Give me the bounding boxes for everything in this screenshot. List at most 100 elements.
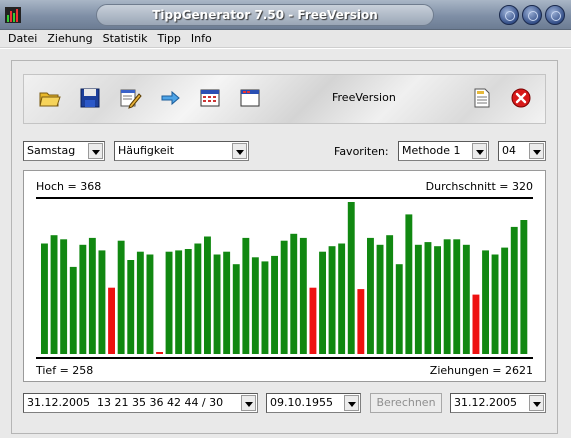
chart-bar [280, 240, 288, 354]
open-folder-icon[interactable] [38, 86, 62, 110]
chevron-down-icon[interactable] [88, 143, 103, 159]
day-select[interactable]: Samstag [23, 141, 105, 161]
chart-draws-label: Ziehungen = 2621 [429, 364, 533, 377]
chart-bar [223, 251, 231, 354]
chart-bar [501, 247, 509, 354]
chart-bar [462, 244, 470, 354]
method-select[interactable]: Methode 1 [398, 141, 489, 161]
chart-bar [50, 235, 58, 354]
chart-bar [414, 244, 422, 354]
start-date-select[interactable]: 09.10.1955 [266, 393, 361, 413]
chart-bar [491, 254, 499, 354]
end-date-select[interactable]: 31.12.2005 [450, 393, 546, 413]
chart-bar [184, 249, 192, 354]
menu-bar: Datei Ziehung Statistik Tipp Info [0, 30, 571, 48]
chart-bar [213, 254, 221, 354]
day-select-value: Samstag [27, 144, 76, 157]
app-icon [4, 6, 22, 24]
edit-icon[interactable] [118, 86, 142, 110]
draw-select-value: 31.12.2005 13 21 35 36 42 44 / 30 [27, 396, 224, 409]
draw-select[interactable]: 31.12.2005 13 21 35 36 42 44 / 30 [23, 393, 258, 413]
menu-tipp[interactable]: Tipp [153, 32, 186, 45]
chart-bars [41, 202, 528, 354]
chevron-down-icon[interactable] [232, 143, 247, 159]
chart-bar [251, 257, 259, 354]
chart-bar [347, 202, 355, 354]
chart-bar [299, 237, 307, 354]
chart-bar [424, 242, 432, 354]
chevron-down-icon[interactable] [472, 143, 487, 159]
mode-select[interactable]: Häufigkeit [114, 141, 249, 161]
save-disk-icon[interactable] [78, 86, 102, 110]
arrow-right-icon[interactable] [158, 86, 182, 110]
compute-button[interactable]: Berechnen [370, 393, 442, 413]
menu-statistik[interactable]: Statistik [98, 32, 153, 45]
chart-bar [482, 250, 489, 354]
chart-bar [60, 239, 68, 354]
chart-bar [328, 246, 336, 354]
close-red-icon[interactable] [509, 86, 533, 110]
menu-datei[interactable]: Datei [3, 32, 42, 45]
chart-bar [261, 261, 269, 354]
chart-bar [117, 240, 125, 354]
chart-bar [194, 243, 202, 354]
chart-bar [386, 235, 394, 354]
chart-bar [405, 214, 413, 354]
chart-bar [453, 239, 461, 354]
calendar-grid-icon[interactable] [198, 86, 222, 110]
chart-bar [175, 250, 183, 354]
chart-low-label: Tief = 258 [36, 364, 94, 377]
maximize-button[interactable] [522, 5, 542, 25]
start-date-value: 09.10.1955 [270, 396, 333, 409]
chart-bar [146, 254, 154, 354]
chevron-down-icon[interactable] [241, 395, 256, 411]
chart-bar [108, 287, 115, 354]
document-icon[interactable] [470, 86, 494, 110]
chart-bar [357, 289, 365, 354]
chart-bar [204, 236, 211, 354]
chart-bar [156, 352, 163, 354]
chart-bar [136, 251, 144, 354]
chart-bar [271, 255, 278, 354]
chart-bar [309, 287, 317, 354]
frequency-chart: Hoch = 368 Durchschnitt = 320 Tief = 258… [23, 170, 546, 382]
menu-ziehung[interactable]: Ziehung [42, 32, 97, 45]
chart-bar [338, 243, 346, 354]
chart-bar [472, 294, 480, 354]
chart-bar [69, 266, 77, 354]
window-title: TippGenerator 7.50 - FreeVersion [152, 8, 378, 22]
mode-select-value: Häufigkeit [118, 144, 175, 157]
title-bar[interactable]: TippGenerator 7.50 - FreeVersion [0, 0, 571, 30]
chart-bar [98, 250, 106, 354]
number-select[interactable]: 04 [498, 141, 546, 161]
close-button[interactable] [545, 5, 565, 25]
chart-bar [376, 244, 384, 354]
chart-bar [41, 243, 48, 354]
version-label: FreeVersion [332, 91, 396, 104]
favorites-label: Favoriten: [334, 145, 389, 158]
chevron-down-icon[interactable] [529, 143, 544, 159]
chart-bar [510, 226, 518, 354]
chart-bar [520, 220, 528, 354]
chart-bottom-rule [36, 357, 533, 359]
menu-info[interactable]: Info [186, 32, 217, 45]
chart-bar [242, 237, 250, 354]
chart-bar [395, 264, 403, 354]
chart-bar [319, 251, 326, 354]
chart-bar [232, 264, 240, 354]
chart-bar [88, 237, 96, 354]
chart-bar [290, 233, 298, 354]
chart-bar [127, 260, 135, 354]
chart-bar [79, 244, 87, 354]
end-date-value: 31.12.2005 [454, 396, 517, 409]
number-select-value: 04 [502, 144, 516, 157]
window-icon[interactable] [238, 86, 262, 110]
minimize-button[interactable] [499, 5, 519, 25]
chart-bar [165, 251, 173, 354]
method-select-value: Methode 1 [402, 144, 461, 157]
chevron-down-icon[interactable] [344, 395, 359, 411]
chart-bar [434, 246, 441, 354]
chart-bar [367, 237, 374, 354]
chevron-down-icon[interactable] [529, 395, 544, 411]
chart-bar [443, 239, 451, 354]
